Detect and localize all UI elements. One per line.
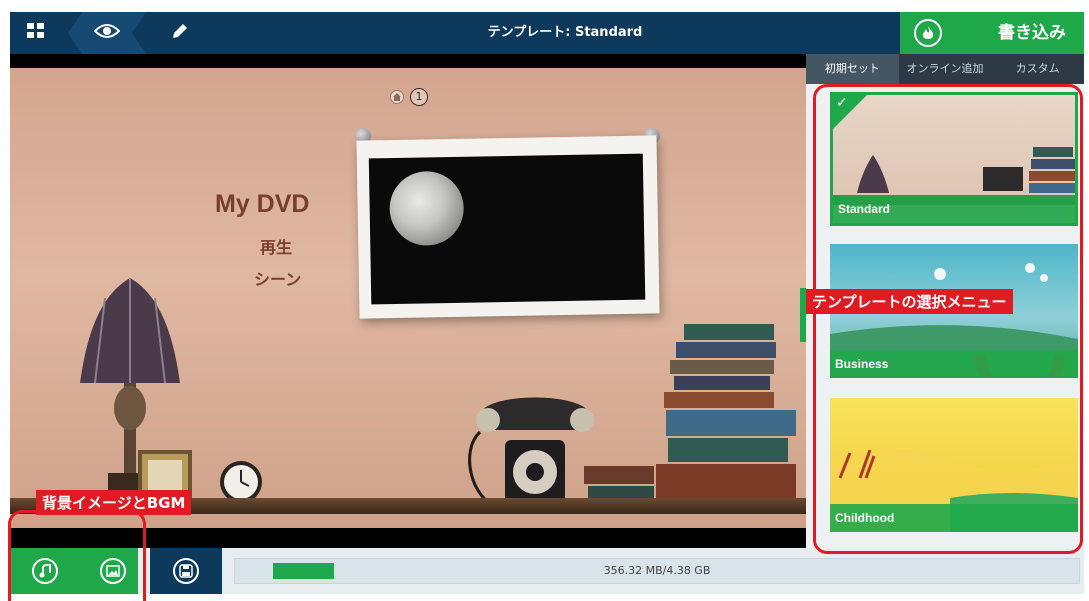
- burn-button[interactable]: 書き込み: [900, 12, 1084, 54]
- bottom-toolbar: 356.32 MB/4.38 GB: [10, 548, 1084, 594]
- tab-default-set[interactable]: 初期セット: [806, 54, 899, 84]
- burn-label: 書き込み: [998, 23, 1066, 43]
- page-number[interactable]: 1: [410, 88, 428, 106]
- pencil-icon: [171, 22, 189, 44]
- save-icon[interactable]: [173, 558, 199, 584]
- menu-preview: 1 My DVD 再生 シーン: [10, 54, 806, 548]
- grid-icon: [27, 23, 45, 43]
- template-tabs: 初期セット オンライン追加 カスタム: [806, 54, 1084, 84]
- disc-usage-text: 356.32 MB/4.38 GB: [603, 564, 711, 577]
- disc-title[interactable]: My DVD: [215, 190, 309, 219]
- layout-button[interactable]: [10, 12, 62, 54]
- thumbnail-frame[interactable]: [356, 135, 660, 319]
- disc-usage-bar: 356.32 MB/4.38 GB: [234, 558, 1080, 584]
- template-title: テンプレート: Standard: [487, 25, 643, 40]
- play-menu-item[interactable]: 再生: [260, 234, 292, 258]
- tab-custom[interactable]: カスタム: [991, 54, 1084, 84]
- template-menu-highlight: [813, 84, 1083, 554]
- moon-image: [389, 170, 465, 247]
- dvd-creator-app: テンプレート: Standard 書き込み 1 My DVD 再生 シーン 初期…: [0, 0, 1089, 601]
- edit-button[interactable]: [140, 12, 220, 54]
- video-thumbnail: [368, 153, 646, 305]
- save-controls: [150, 548, 222, 594]
- background-scene: 1 My DVD 再生 シーン: [10, 68, 806, 528]
- book-stack-decoration: [584, 324, 796, 510]
- bgm-callout: 背景イメージとBGM: [36, 490, 192, 515]
- preview-button[interactable]: [68, 12, 146, 54]
- template-menu-callout: テンプレートの選択メニュー: [806, 289, 1013, 314]
- top-toolbar: テンプレート: Standard 書き込み: [10, 12, 1084, 54]
- home-icon[interactable]: [390, 90, 404, 104]
- flame-icon: [914, 19, 942, 47]
- eye-icon: [94, 23, 120, 43]
- bgm-highlight: [8, 510, 146, 601]
- scene-menu-item[interactable]: シーン: [254, 266, 301, 290]
- tab-online-add[interactable]: オンライン追加: [899, 54, 992, 84]
- page-navigation: 1: [390, 88, 428, 106]
